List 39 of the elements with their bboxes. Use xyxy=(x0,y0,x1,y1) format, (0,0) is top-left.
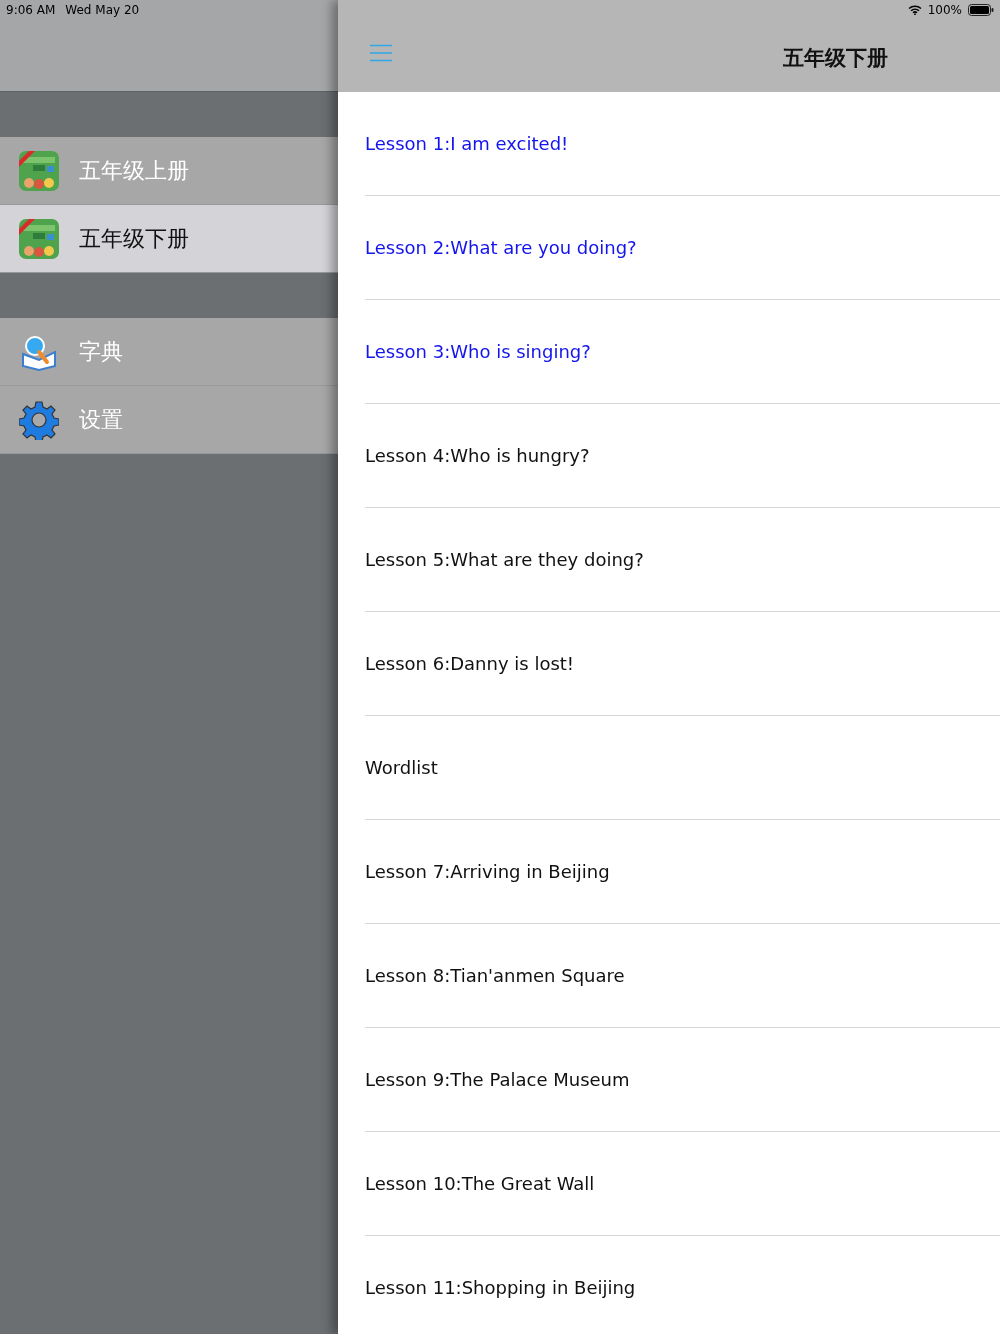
book-cover-icon xyxy=(19,150,59,191)
lesson-title: Lesson 1:I am excited! xyxy=(365,133,569,154)
lesson-title: Lesson 6:Danny is lost! xyxy=(365,653,575,674)
lesson-title: Lesson 5:What are they doing? xyxy=(365,549,644,570)
lesson-row[interactable]: Wordlist xyxy=(365,716,1000,820)
lesson-title: Lesson 4:Who is hungry? xyxy=(365,445,590,466)
lesson-row[interactable]: Lesson 3:Who is singing? xyxy=(365,300,1000,404)
status-time: 9:06 AM xyxy=(6,3,56,17)
menu-icon[interactable] xyxy=(370,44,392,62)
sidebar-item-label: 五年级下册 xyxy=(79,224,189,253)
book-cover-icon xyxy=(19,218,59,259)
status-date: Wed May 20 xyxy=(65,3,140,17)
lesson-row[interactable]: Lesson 7:Arriving in Beijing xyxy=(365,820,1000,924)
battery-percent: 100% xyxy=(927,3,962,17)
lesson-row[interactable]: Lesson 2:What are you doing? xyxy=(365,196,1000,300)
lesson-row[interactable]: Lesson 5:What are they doing? xyxy=(365,508,1000,612)
lesson-title: Lesson 7:Arriving in Beijing xyxy=(365,861,610,882)
lesson-title: Lesson 11:Shopping in Beijing xyxy=(365,1277,636,1298)
lesson-title: Lesson 3:Who is singing? xyxy=(365,341,591,362)
sidebar-item[interactable]: 五年级下册 xyxy=(0,205,338,273)
lesson-row[interactable]: Lesson 6:Danny is lost! xyxy=(365,612,1000,716)
lesson-title: Lesson 8:Tian'anmen Square xyxy=(365,965,625,986)
lesson-title: Lesson 10:The Great Wall xyxy=(365,1173,595,1194)
lesson-row[interactable]: Lesson 10:The Great Wall xyxy=(365,1132,1000,1236)
gear-icon xyxy=(19,399,59,440)
wifi-icon xyxy=(907,5,922,15)
lesson-row[interactable]: Lesson 9:The Palace Museum xyxy=(365,1028,1000,1132)
sidebar-item-label: 字典 xyxy=(79,337,123,366)
lesson-title: Lesson 2:What are you doing? xyxy=(365,237,637,258)
lesson-title: Lesson 9:The Palace Museum xyxy=(365,1069,630,1090)
battery-icon xyxy=(968,4,994,16)
lesson-title: Wordlist xyxy=(365,757,438,778)
page-title: 五年级下册 xyxy=(783,45,888,72)
sidebar-item-label: 五年级上册 xyxy=(79,156,189,185)
lesson-row[interactable]: Lesson 1:I am excited! xyxy=(365,92,1000,196)
lesson-row[interactable]: Lesson 11:Shopping in Beijing xyxy=(365,1236,1000,1334)
lesson-row[interactable]: Lesson 4:Who is hungry? xyxy=(365,404,1000,508)
sidebar-item-label: 设置 xyxy=(79,405,123,434)
lesson-row[interactable]: Lesson 8:Tian'anmen Square xyxy=(365,924,1000,1028)
